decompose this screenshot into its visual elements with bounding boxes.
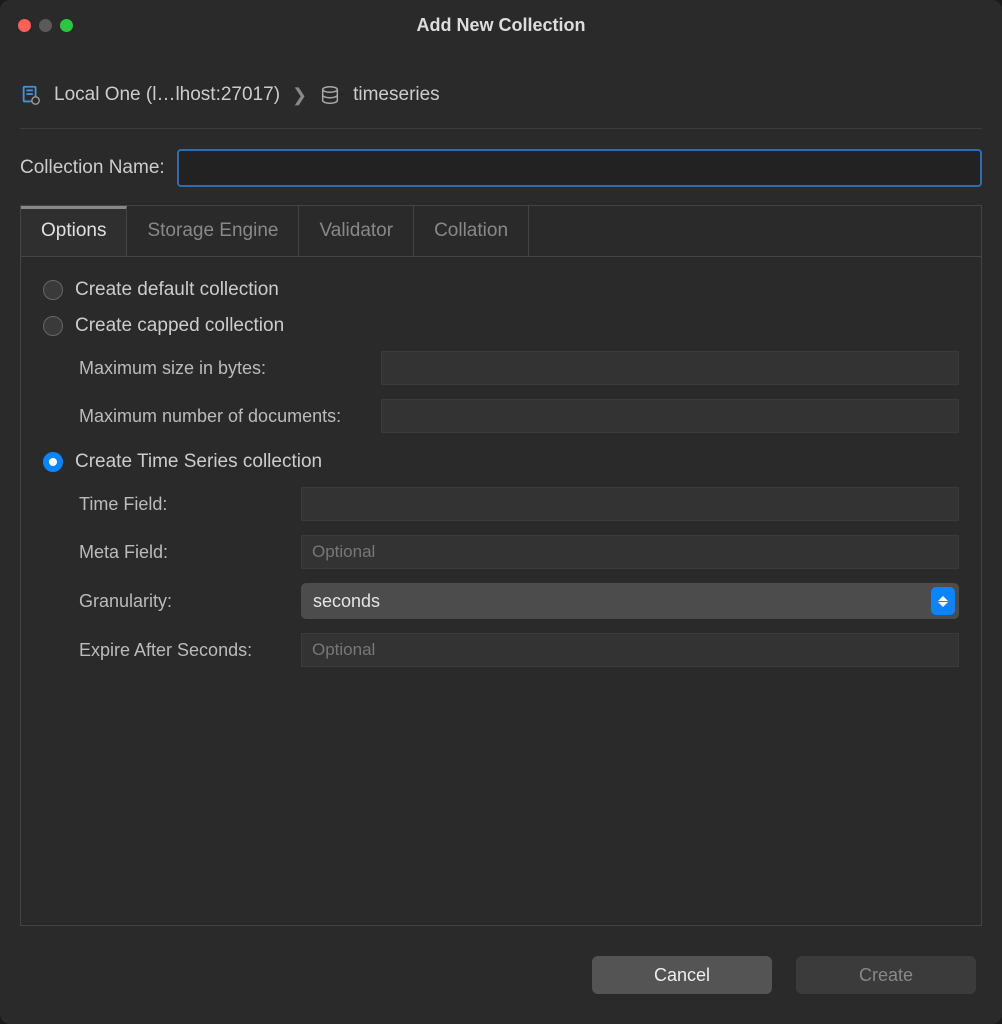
max-docs-label: Maximum number of documents: bbox=[79, 406, 369, 427]
radio-capped-collection[interactable]: Create capped collection bbox=[43, 315, 959, 337]
radio-icon bbox=[43, 280, 63, 300]
dialog-content: Local One (l…lhost:27017) ❯ timeseries C… bbox=[0, 50, 1002, 1024]
granularity-value: seconds bbox=[301, 583, 959, 619]
meta-field-input[interactable] bbox=[301, 535, 959, 569]
tab-options[interactable]: Options bbox=[21, 206, 127, 256]
granularity-select[interactable]: seconds bbox=[301, 583, 959, 619]
radio-timeseries-collection[interactable]: Create Time Series collection bbox=[43, 451, 959, 473]
close-window-button[interactable] bbox=[18, 19, 31, 32]
tab-body-options: Create default collection Create capped … bbox=[21, 257, 981, 925]
collection-name-label: Collection Name: bbox=[20, 157, 165, 179]
window-title: Add New Collection bbox=[16, 15, 986, 36]
radio-icon bbox=[43, 316, 63, 336]
expire-label: Expire After Seconds: bbox=[79, 640, 289, 661]
radio-label: Create capped collection bbox=[75, 315, 284, 337]
breadcrumb-connection: Local One (l…lhost:27017) bbox=[54, 84, 280, 106]
dialog-window: Add New Collection Local One (l…lhost:27… bbox=[0, 0, 1002, 1024]
time-field-input[interactable] bbox=[301, 487, 959, 521]
capped-fields: Maximum size in bytes: Maximum number of… bbox=[43, 351, 959, 433]
timeseries-fields: Time Field: Meta Field: Granularity: sec… bbox=[43, 487, 959, 667]
minimize-window-button[interactable] bbox=[39, 19, 52, 32]
window-controls bbox=[18, 19, 73, 32]
radio-default-collection[interactable]: Create default collection bbox=[43, 279, 959, 301]
time-field-label: Time Field: bbox=[79, 494, 289, 515]
radio-label: Create Time Series collection bbox=[75, 451, 322, 473]
meta-field-label: Meta Field: bbox=[79, 542, 289, 563]
chevron-right-icon: ❯ bbox=[292, 85, 307, 106]
tab-collation[interactable]: Collation bbox=[414, 206, 529, 256]
server-icon bbox=[20, 84, 42, 106]
max-size-label: Maximum size in bytes: bbox=[79, 358, 369, 379]
select-stepper-icon bbox=[931, 587, 955, 615]
collection-name-input[interactable] bbox=[177, 149, 982, 187]
create-button[interactable]: Create bbox=[796, 956, 976, 994]
titlebar: Add New Collection bbox=[0, 0, 1002, 50]
max-docs-input[interactable] bbox=[381, 399, 959, 433]
options-panel: Options Storage Engine Validator Collati… bbox=[20, 205, 982, 926]
breadcrumb-database: timeseries bbox=[353, 84, 440, 106]
granularity-label: Granularity: bbox=[79, 591, 289, 612]
cancel-button[interactable]: Cancel bbox=[592, 956, 772, 994]
breadcrumb: Local One (l…lhost:27017) ❯ timeseries bbox=[20, 66, 982, 129]
database-icon bbox=[319, 84, 341, 106]
dialog-footer: Cancel Create bbox=[20, 926, 982, 1004]
max-size-input[interactable] bbox=[381, 351, 959, 385]
expire-after-input[interactable] bbox=[301, 633, 959, 667]
collection-name-row: Collection Name: bbox=[20, 129, 982, 205]
radio-label: Create default collection bbox=[75, 279, 279, 301]
radio-icon bbox=[43, 452, 63, 472]
maximize-window-button[interactable] bbox=[60, 19, 73, 32]
tab-storage-engine[interactable]: Storage Engine bbox=[127, 206, 299, 256]
tab-validator[interactable]: Validator bbox=[299, 206, 414, 256]
tab-bar: Options Storage Engine Validator Collati… bbox=[21, 206, 981, 257]
